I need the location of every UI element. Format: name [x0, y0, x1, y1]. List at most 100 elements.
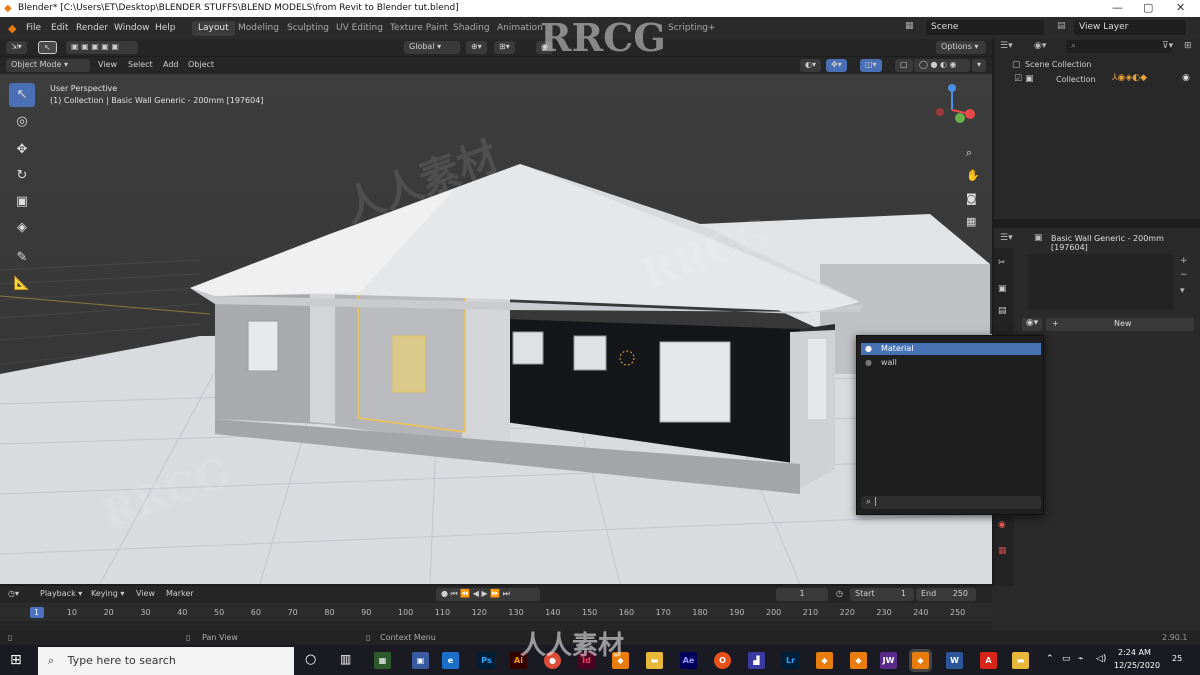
clock-date[interactable]: 12/25/2020: [1114, 661, 1160, 670]
edge-app-icon[interactable]: e: [442, 652, 459, 669]
menu-window[interactable]: Window: [114, 23, 150, 33]
move-icon[interactable]: ✥: [9, 138, 35, 162]
blender-app-icon-active[interactable]: ◆: [912, 652, 929, 669]
annotate-icon[interactable]: ✎: [9, 246, 35, 270]
snap-icon[interactable]: ⊞▾: [494, 41, 515, 54]
clock-time[interactable]: 2:24 AM: [1118, 648, 1151, 657]
select-tool-icon[interactable]: ↖: [38, 41, 57, 54]
select-box-icon[interactable]: ↖: [9, 83, 35, 107]
tab-texture-paint[interactable]: Texture Paint: [384, 21, 454, 36]
navigation-gizmo[interactable]: [930, 82, 980, 132]
material-tab-icon[interactable]: ◉: [998, 520, 1006, 530]
menu-keying[interactable]: Keying ▾: [91, 589, 124, 598]
jw-app-icon[interactable]: JW: [880, 652, 897, 669]
scene-collection-label[interactable]: Scene Collection: [1025, 60, 1092, 69]
blender-app-icon-2[interactable]: ◆: [816, 652, 833, 669]
menu-object[interactable]: Object: [188, 60, 214, 69]
blender-menu-icon[interactable]: ◆: [8, 22, 16, 35]
menu-timeline-view[interactable]: View: [136, 589, 155, 598]
calendar-app-icon[interactable]: ▦: [374, 652, 391, 669]
tool-tab-icon[interactable]: ✂: [998, 258, 1006, 268]
texture-tab-icon[interactable]: ▦: [998, 546, 1007, 556]
tab-sculpting[interactable]: Sculpting: [281, 21, 335, 36]
measure-icon[interactable]: 📐: [9, 272, 35, 296]
volume-icon[interactable]: ◁): [1096, 654, 1106, 664]
menu-marker[interactable]: Marker: [166, 589, 194, 598]
photos-app-icon[interactable]: ▣: [412, 652, 429, 669]
end-frame-field[interactable]: End 250: [916, 588, 976, 601]
menu-edit[interactable]: Edit: [51, 23, 68, 33]
collection-checkbox[interactable]: ☑: [1014, 74, 1022, 84]
current-frame-field[interactable]: 1: [776, 588, 828, 601]
output-tab-icon[interactable]: ▤: [998, 306, 1007, 316]
eye-icon[interactable]: ◉: [1182, 73, 1190, 83]
explorer-app-icon[interactable]: ▬: [646, 652, 663, 669]
tab-layout[interactable]: Layout: [192, 21, 235, 36]
zoom-icon[interactable]: ⌕: [966, 146, 972, 160]
opera-app-icon[interactable]: O: [714, 652, 731, 669]
acrobat-app-icon[interactable]: A: [980, 652, 997, 669]
material-search-input[interactable]: ⌕ |: [861, 496, 1041, 509]
windows-start-icon[interactable]: ⊞: [10, 652, 22, 668]
grid-view-icon[interactable]: ▦: [966, 215, 976, 228]
scale-icon[interactable]: ▣: [9, 190, 35, 214]
tab-uv-editing[interactable]: UV Editing: [330, 21, 389, 36]
options-dropdown[interactable]: Options ▾: [936, 41, 986, 54]
minimize-icon[interactable]: —: [1112, 1, 1123, 14]
display-mode-icon[interactable]: ◉▾: [1034, 41, 1046, 51]
menu-file[interactable]: File: [26, 23, 41, 33]
battery-icon[interactable]: ▭: [1062, 654, 1071, 664]
new-material-button[interactable]: + New: [1046, 318, 1194, 331]
cursor-icon[interactable]: ◎: [9, 110, 35, 134]
new-collection-icon[interactable]: ⊞: [1184, 41, 1192, 51]
material-slot-list[interactable]: [1028, 254, 1174, 310]
collection-label[interactable]: Collection: [1056, 75, 1096, 84]
outliner-editor-icon[interactable]: ☰▾: [1000, 41, 1013, 51]
overlay-icon[interactable]: ◫▾: [860, 59, 882, 72]
material-item-material[interactable]: ● Material: [861, 343, 1041, 355]
view-layer-field[interactable]: View Layer: [1074, 20, 1186, 35]
timeline-editor-icon[interactable]: ◷▾: [8, 589, 19, 598]
timeline-ruler[interactable]: 1 10 20 30 40 50 60 70 80 90 100 110 120 130 140 150 160…: [0, 603, 992, 631]
outliner-search-input[interactable]: ⌕: [1066, 40, 1172, 53]
menu-view[interactable]: View: [98, 60, 117, 69]
editor-type-icon[interactable]: ⇲▾: [6, 41, 27, 54]
shading-modes[interactable]: ◯ ● ◐ ◉: [914, 59, 970, 72]
visibility-icon[interactable]: ◐▾: [800, 59, 821, 72]
notification-badge[interactable]: 25: [1172, 654, 1182, 663]
menu-help[interactable]: Help: [155, 23, 176, 33]
avid-app-icon[interactable]: ▟: [748, 652, 765, 669]
add-workspace-icon[interactable]: +: [708, 23, 716, 33]
cortana-icon[interactable]: ○: [305, 652, 316, 667]
remove-slot-icon[interactable]: −: [1180, 270, 1188, 280]
transform-icon[interactable]: ◈: [9, 216, 35, 240]
pivot-icon[interactable]: ⊕▾: [466, 41, 487, 54]
after-effects-app-icon[interactable]: Ae: [680, 652, 697, 669]
browse-material-icon[interactable]: ◉▾: [1022, 318, 1042, 331]
object-mode-dropdown[interactable]: Object Mode ▾: [6, 59, 90, 72]
material-item-wall[interactable]: ● wall: [861, 357, 1041, 369]
maximize-icon[interactable]: ▢: [1143, 1, 1153, 14]
file-explorer-app-icon[interactable]: ▬: [1012, 652, 1029, 669]
playback-controls[interactable]: ● ⏮ ⏪ ◀ ▶ ⏩ ⏭: [436, 588, 540, 601]
photoshop-app-icon[interactable]: Ps: [478, 652, 495, 669]
word-app-icon[interactable]: W: [946, 652, 963, 669]
shading-dropdown-icon[interactable]: ▾: [972, 59, 987, 72]
menu-render[interactable]: Render: [76, 23, 108, 33]
gizmo-icon[interactable]: ✥▾: [826, 59, 847, 72]
xray-icon[interactable]: ▢: [895, 59, 913, 72]
close-icon[interactable]: ✕: [1176, 1, 1185, 14]
add-slot-icon[interactable]: +: [1180, 256, 1188, 266]
lightroom-app-icon[interactable]: Lr: [782, 652, 799, 669]
properties-editor-icon[interactable]: ☰▾: [1000, 233, 1013, 243]
selection-mode-buttons[interactable]: ▣ ▣ ▣ ▣ ▣: [66, 41, 138, 54]
network-icon[interactable]: ⌁: [1078, 654, 1083, 664]
slot-specials-icon[interactable]: ▾: [1180, 286, 1185, 296]
task-view-icon[interactable]: ▥: [340, 652, 351, 666]
render-tab-icon[interactable]: ▣: [998, 284, 1007, 294]
scene-field[interactable]: Scene: [926, 20, 1044, 35]
filter-icon[interactable]: ⊽▾: [1162, 41, 1173, 51]
blender-app-icon-3[interactable]: ◆: [850, 652, 867, 669]
menu-select[interactable]: Select: [128, 60, 153, 69]
taskbar-search-box[interactable]: ⌕ Type here to search: [38, 647, 294, 675]
